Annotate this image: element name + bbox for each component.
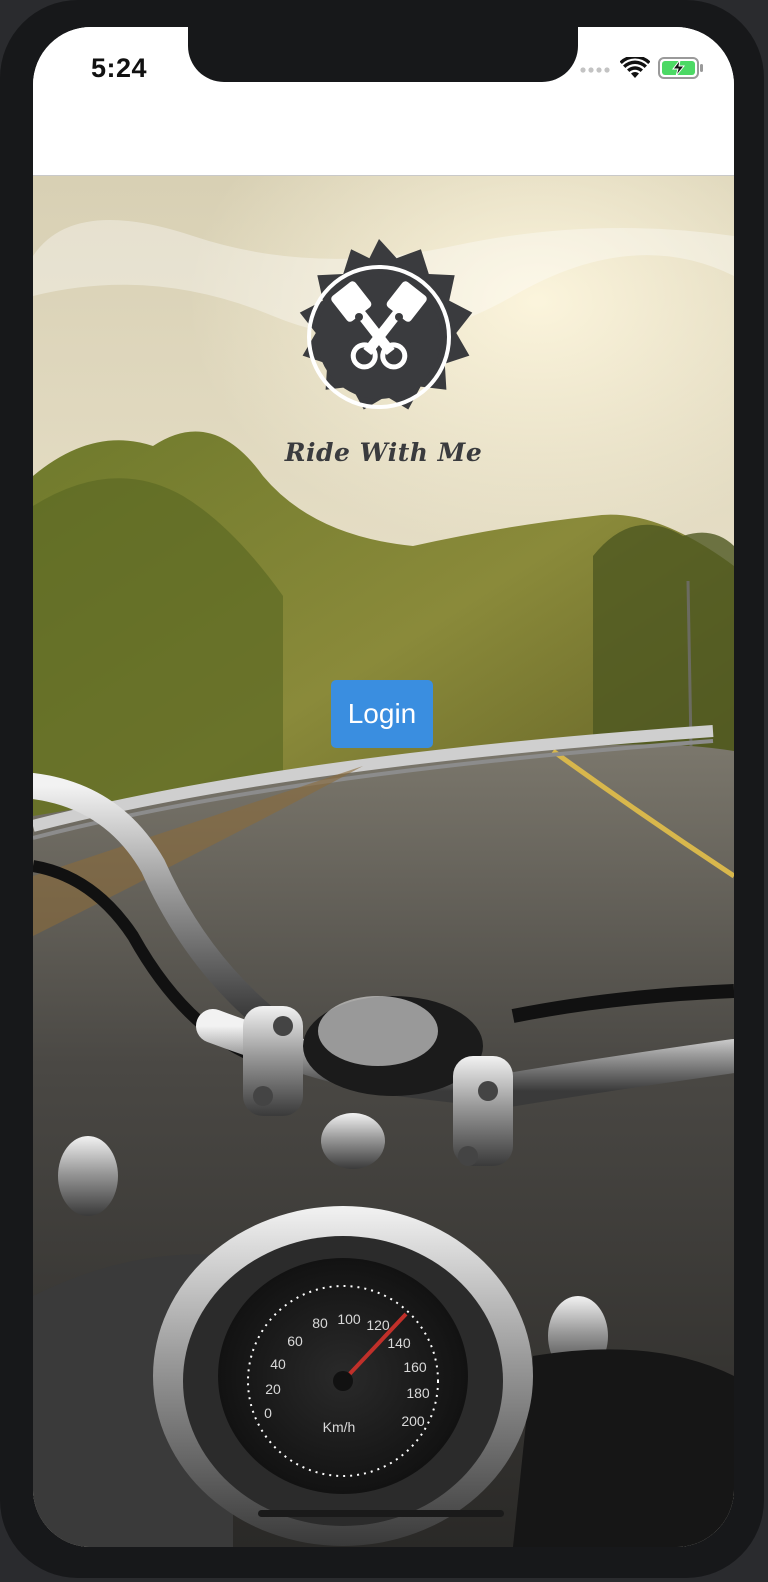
hero-background: 0 20 40 60 80 100 120 140 160 180 200 Km/h — [33, 176, 734, 1547]
svg-text:60: 60 — [287, 1333, 303, 1349]
phone-frame: 5:24 0 20 40 60 80 100 120 140 160 180 2… — [0, 0, 764, 1578]
app-screen: 5:24 0 20 40 60 80 100 120 140 160 180 2… — [33, 27, 734, 1547]
svg-text:200: 200 — [401, 1413, 425, 1429]
svg-text:120: 120 — [366, 1317, 390, 1333]
svg-text:140: 140 — [387, 1335, 411, 1351]
svg-text:80: 80 — [312, 1315, 328, 1331]
notch — [188, 27, 578, 82]
svg-text:100: 100 — [337, 1311, 361, 1327]
status-time: 5:24 — [91, 53, 148, 83]
brand-name: Ride With Me — [284, 438, 483, 467]
home-indicator[interactable] — [258, 1510, 504, 1517]
status-bar: 5:24 — [33, 27, 734, 176]
svg-text:40: 40 — [270, 1356, 286, 1372]
svg-text:180: 180 — [406, 1385, 430, 1401]
signal-icon — [580, 67, 610, 73]
pistons-badge-icon — [299, 239, 473, 410]
svg-text:0: 0 — [264, 1405, 272, 1421]
wifi-icon — [620, 57, 650, 78]
login-button[interactable]: Login — [331, 680, 433, 748]
svg-text:20: 20 — [265, 1381, 281, 1397]
status-icons — [580, 57, 704, 79]
battery-charging-icon — [658, 57, 703, 79]
svg-text:160: 160 — [403, 1359, 427, 1375]
svg-text:Km/h: Km/h — [323, 1419, 356, 1435]
